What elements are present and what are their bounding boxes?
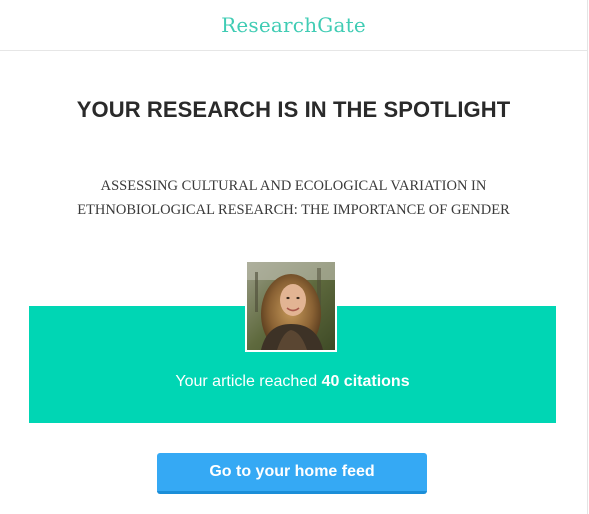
paper-title-line-1: ASSESSING CULTURAL AND ECOLOGICAL VARIAT… <box>100 178 487 194</box>
author-avatar <box>245 260 337 352</box>
email-page: ResearchGate YOUR RESEARCH IS IN THE SPO… <box>0 0 589 514</box>
citation-count: 40 citations <box>321 373 410 390</box>
home-feed-button[interactable]: Go to your home feed <box>157 453 427 494</box>
citation-prefix: Your article reached <box>175 373 322 390</box>
email-frame <box>0 0 588 514</box>
citation-milestone-text: Your article reached 40 citations <box>29 373 556 391</box>
paper-title[interactable]: ASSESSING CULTURAL AND ECOLOGICAL VARIAT… <box>30 174 557 222</box>
paper-title-line-2: ETHNOBIOLOGICAL RESEARCH: THE IMPORTANCE… <box>77 202 510 218</box>
headline: YOUR RESEARCH IS IN THE SPOTLIGHT <box>76 97 511 122</box>
header: ResearchGate <box>0 0 587 51</box>
avatar-photo <box>247 262 335 350</box>
brand-logo[interactable]: ResearchGate <box>221 13 366 37</box>
